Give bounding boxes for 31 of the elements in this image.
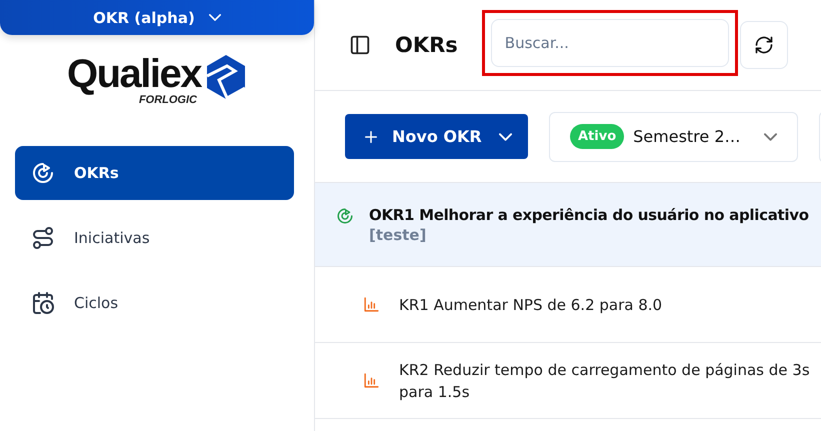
logo-wordmark: Qualiex	[66, 54, 201, 94]
logo-subtitle: FORLOGIC	[138, 94, 197, 106]
cycle-dropdown[interactable]: Ativo Semestre 2…	[549, 112, 798, 162]
objective-row[interactable]: OKR1 Melhorar a experiência do usuário no aplicativo [teste]	[315, 183, 821, 267]
search-field[interactable]: Buscar...	[490, 19, 729, 67]
chevron-down-icon	[208, 14, 221, 21]
key-result-row[interactable]: KR1 Aumentar NPS de 6.2 para 8.0	[315, 267, 821, 343]
objective-tag: [teste]	[369, 225, 809, 245]
chevron-down-icon	[764, 132, 777, 140]
key-result-row[interactable]: KR2 Reduzir tempo de carregamento de páginas de 3s para 1.5s	[315, 343, 821, 419]
target-icon	[31, 161, 55, 185]
logo-icon	[205, 54, 247, 100]
sidebar-item[interactable]: Ciclos	[15, 276, 294, 330]
refresh-button[interactable]	[740, 21, 788, 69]
calendar-clock-icon	[31, 291, 55, 315]
app-switcher[interactable]: OKR (alpha)	[0, 0, 314, 35]
route-icon	[31, 226, 55, 250]
refresh-icon	[754, 35, 774, 55]
new-okr-button[interactable]: Novo OKR	[345, 114, 528, 159]
status-badge: Ativo	[570, 124, 624, 149]
page-title: OKRs	[395, 33, 458, 57]
bar-chart-icon	[363, 372, 380, 389]
sidebar-item[interactable]: Iniciativas	[15, 211, 294, 265]
sidebar-item[interactable]: OKRs	[15, 146, 294, 200]
target-icon	[336, 207, 354, 225]
chevron-down-icon	[499, 132, 512, 140]
bar-chart-icon	[363, 296, 380, 313]
key-result-title: KR2 Reduzir tempo de carregamento de páginas de 3s para 1.5s	[399, 360, 811, 402]
key-result-title: KR1 Aumentar NPS de 6.2 para 8.0	[399, 294, 664, 316]
sidebar-toggle-icon	[349, 34, 371, 56]
objective-title: OKR1 Melhorar a experiência do usuário no aplicativo	[369, 205, 809, 225]
